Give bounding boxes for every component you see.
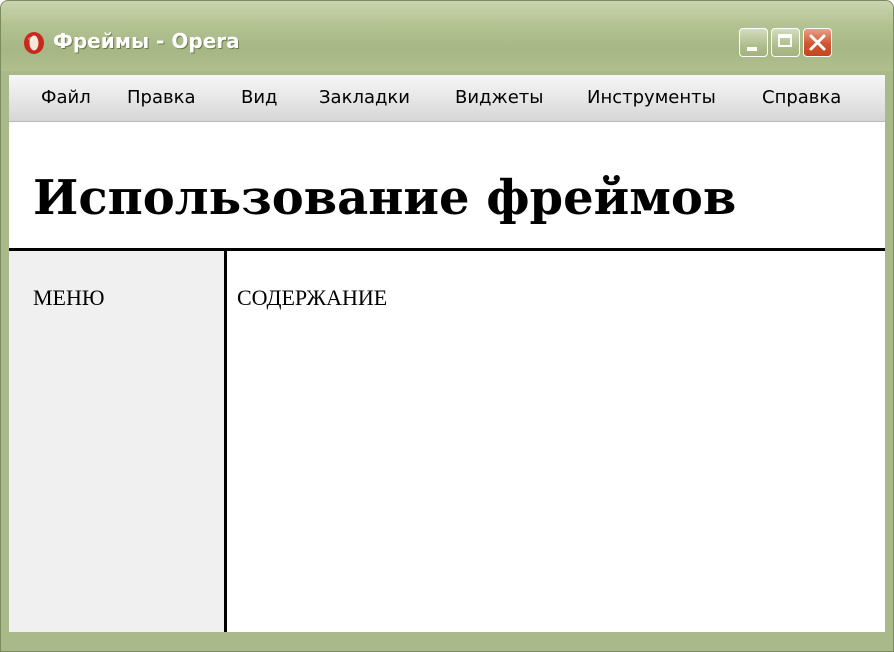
menu-item-edit[interactable]: Правка: [127, 87, 196, 108]
document-area: Использование фреймов МЕНЮ СОДЕРЖАНИЕ: [9, 122, 885, 632]
title-bar[interactable]: Фреймы - Opera: [1, 1, 893, 71]
menu-item-file[interactable]: Файл: [41, 87, 91, 108]
menu-frame: МЕНЮ: [9, 251, 224, 632]
content-frame: СОДЕРЖАНИЕ: [227, 251, 885, 632]
window-title: Фреймы - Opera: [53, 29, 240, 53]
close-button[interactable]: [803, 28, 832, 57]
content-frame-text: СОДЕРЖАНИЕ: [237, 285, 388, 310]
menu-item-bookmarks[interactable]: Закладки: [319, 87, 410, 108]
minimize-button[interactable]: [739, 28, 768, 57]
menu-bar: Файл Правка Вид Закладки Виджеты Инструм…: [9, 75, 885, 122]
page-title: Использование фреймов: [33, 170, 737, 226]
close-icon: [809, 34, 826, 51]
menu-frame-text: МЕНЮ: [33, 285, 105, 310]
maximize-button[interactable]: [771, 28, 800, 57]
menu-item-tools[interactable]: Инструменты: [587, 87, 716, 108]
browser-window: Фреймы - Opera Файл Правка Вид Закладки …: [0, 0, 894, 652]
menu-item-widgets[interactable]: Виджеты: [455, 87, 543, 108]
opera-icon: [24, 32, 44, 54]
header-frame: Использование фреймов: [9, 122, 885, 248]
menu-item-view[interactable]: Вид: [241, 87, 278, 108]
menu-item-help[interactable]: Справка: [762, 87, 841, 108]
